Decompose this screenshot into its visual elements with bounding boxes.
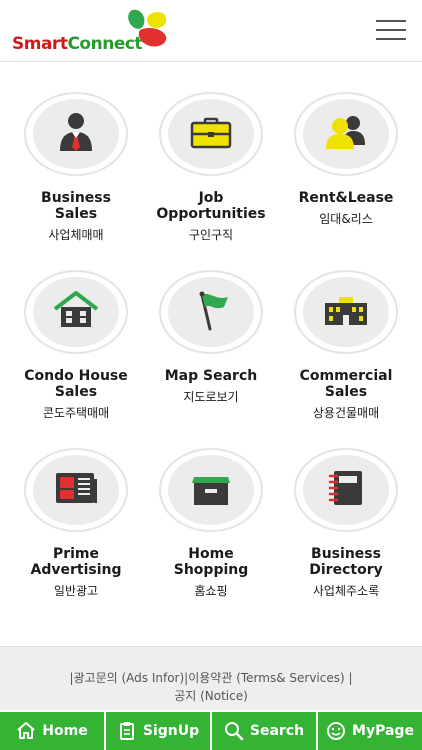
tile-label-ko: 사업체주소록	[312, 584, 380, 598]
hamburger-line	[376, 29, 406, 31]
tile-label-ko: 사업체매매	[48, 228, 104, 242]
tile-label-en: Commercial	[299, 368, 393, 384]
box-icon	[192, 477, 230, 505]
nav-mypage[interactable]: MyPage	[318, 712, 422, 750]
tile-circle	[159, 92, 263, 176]
logo[interactable]: SmartConnect	[12, 8, 182, 56]
tile-circle	[294, 92, 398, 176]
clipboard-icon	[119, 722, 134, 740]
hamburger-line	[376, 20, 406, 22]
tile-label-en: Map Search	[164, 368, 258, 384]
tile-label-en-2: Sales	[54, 384, 98, 400]
hamburger-line	[376, 38, 406, 40]
tile-business-directory[interactable]: Business Directory 사업체주소록	[276, 448, 416, 599]
tile-circle	[24, 448, 128, 532]
tile-circle	[294, 270, 398, 354]
nav-home[interactable]: Home	[0, 712, 106, 750]
app-header: SmartConnect	[0, 0, 422, 62]
tile-label-ko: 구인구직	[188, 228, 234, 242]
tile-label-ko: 콘도주택매매	[42, 406, 110, 420]
tile-label-en-2: Sales	[324, 384, 368, 400]
terms-link[interactable]: 이용약관 (Terms& Services)	[188, 671, 344, 685]
briefcase-icon	[190, 117, 232, 149]
tile-label-en-2: Advertising	[30, 562, 122, 578]
bottom-nav: Home SignUp Search MyPage	[0, 712, 422, 750]
tile-rent-lease[interactable]: Rent&Lease 임대&리스	[276, 92, 416, 227]
home-icon	[17, 722, 35, 739]
ads-info-link[interactable]: 광고문의 (Ads Infor)	[74, 671, 185, 685]
nav-search[interactable]: Search	[212, 712, 318, 750]
tile-label-ko: 지도로보기	[183, 390, 239, 404]
nav-signup-label: SignUp	[142, 723, 200, 739]
tile-label-en: Home	[188, 546, 234, 562]
people-icon	[326, 116, 365, 149]
tile-label-ko: 일반광고	[53, 584, 99, 598]
smiley-icon	[327, 722, 346, 740]
tile-label-en: Job	[198, 190, 224, 206]
tile-job-opportunities[interactable]: Job Opportunities 구인구직	[141, 92, 281, 243]
tile-label-en: Prime	[52, 546, 100, 562]
flag-icon	[199, 291, 228, 331]
tile-label-ko: 임대&리스	[319, 212, 373, 226]
tile-label-ko: 홈쇼핑	[194, 584, 228, 598]
tile-circle	[159, 270, 263, 354]
tile-circle	[294, 448, 398, 532]
tile-label-en-2: Sales	[54, 206, 98, 222]
tile-business-sales[interactable]: Business Sales 사업체매매	[6, 92, 146, 243]
search-icon	[224, 722, 244, 741]
newspaper-icon	[56, 473, 97, 503]
tile-label-ko: 상용건물매매	[312, 406, 380, 420]
tile-label-en-2: Opportunities	[156, 206, 266, 222]
tile-home-shopping[interactable]: Home Shopping 홈쇼핑	[141, 448, 281, 599]
nav-signup[interactable]: SignUp	[106, 712, 212, 750]
tile-label-en: Condo House	[24, 368, 128, 384]
house-icon	[53, 291, 99, 327]
tile-circle	[24, 270, 128, 354]
businessman-icon	[60, 113, 92, 151]
notebook-icon	[328, 471, 362, 505]
tile-circle	[24, 92, 128, 176]
menu-button[interactable]	[376, 18, 406, 42]
tile-label-en-2: Shopping	[173, 562, 249, 578]
tile-label-en: Rent&Lease	[298, 190, 394, 206]
tile-circle	[159, 448, 263, 532]
notice-link[interactable]: 공지 (Notice)	[174, 689, 248, 703]
tile-map-search[interactable]: Map Search 지도로보기	[141, 270, 281, 405]
page: SmartConnect Business Sales 사업체매매 Job Op…	[0, 0, 422, 750]
tile-label-en: Business	[311, 546, 381, 562]
tile-label-en: Business	[41, 190, 111, 206]
logo-text: SmartConnect	[12, 34, 143, 54]
nav-mypage-label: MyPage	[352, 723, 414, 739]
footer-separator: |	[348, 671, 353, 685]
nav-search-label: Search	[249, 723, 305, 739]
tile-label-en-2: Directory	[309, 562, 383, 578]
footer: |광고문의 (Ads Infor)|이용약관 (Terms& Services)…	[0, 646, 422, 710]
footer-links: |광고문의 (Ads Infor)|이용약관 (Terms& Services)…	[0, 669, 422, 705]
tile-condo-house-sales[interactable]: Condo House Sales 콘도주택매매	[6, 270, 146, 421]
logo-text-connect: Connect	[67, 34, 143, 54]
nav-home-label: Home	[42, 723, 88, 739]
tile-prime-advertising[interactable]: Prime Advertising 일반광고	[6, 448, 146, 599]
logo-text-smart: Smart	[12, 34, 68, 54]
building-icon	[325, 297, 367, 325]
tile-commercial-sales[interactable]: Commercial Sales 상용건물매매	[276, 270, 416, 421]
